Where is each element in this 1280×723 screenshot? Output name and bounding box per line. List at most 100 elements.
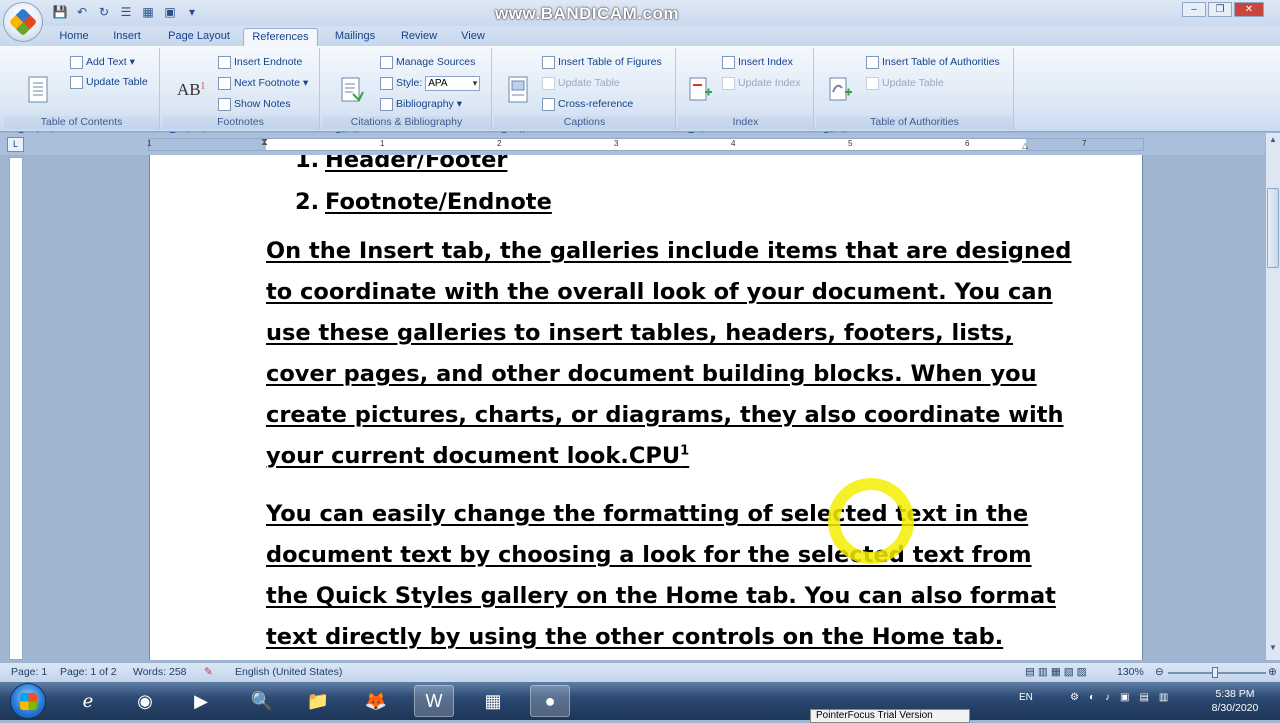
table-icon[interactable]: ▦	[140, 5, 156, 19]
start-button[interactable]	[10, 683, 46, 719]
scroll-down-icon[interactable]: ▼	[1267, 643, 1279, 655]
office-button[interactable]	[3, 2, 43, 42]
redo-icon[interactable]: ↻	[96, 5, 112, 19]
footnote-reference[interactable]: 1	[680, 444, 689, 459]
calculator-icon[interactable]: ▦	[473, 685, 513, 717]
add-text-icon	[70, 55, 83, 69]
show-notes-button[interactable]: Show Notes	[218, 96, 291, 112]
windows-logo-icon	[20, 693, 37, 710]
save-icon[interactable]: 💾	[52, 5, 68, 19]
insert-table-of-authorities-button[interactable]: Insert Table of Authorities	[866, 54, 1000, 70]
chrome-icon[interactable]: ◉	[125, 685, 165, 717]
next-footnote-icon	[218, 76, 231, 90]
scroll-thumb[interactable]	[1267, 188, 1279, 268]
update-figures-table-button[interactable]: Update Table	[542, 75, 620, 91]
group-label-footnotes: Footnotes	[162, 116, 319, 129]
style-icon	[380, 76, 393, 90]
update-table-button[interactable]: Update Table	[70, 74, 148, 90]
tray-icons[interactable]: ⚙◐♪▣▤▥	[1070, 692, 1178, 703]
tray-language[interactable]: EN	[1019, 692, 1033, 703]
firefox-icon[interactable]: 🦊	[356, 685, 396, 717]
pointerfocus-popup: PointerFocus Trial Version	[810, 709, 970, 723]
ribbon: Table of Contents Add Text ▾ Update Tabl…	[0, 46, 1280, 142]
folder-icon[interactable]: 📁	[298, 685, 338, 717]
document-page[interactable]: 1. Header/Footer 2. Footnote/Endnote On th…	[149, 155, 1143, 660]
status-page[interactable]: Page: 1	[11, 666, 47, 678]
bibliography-icon	[380, 97, 393, 111]
update-index-icon	[722, 76, 735, 90]
next-footnote-button[interactable]: Next Footnote ▾	[218, 75, 308, 91]
window-title: www.BANDICAM.com	[495, 4, 679, 23]
zoom-slider-knob[interactable]	[1212, 667, 1218, 678]
mark-citation-icon	[827, 76, 853, 104]
search-icon[interactable]: 🔍	[242, 685, 282, 717]
cross-reference-button[interactable]: Cross-reference	[542, 96, 633, 112]
indent-marker-icon[interactable]: ⧗	[261, 137, 268, 148]
zoom-slider[interactable]	[1168, 667, 1266, 678]
tab-page-layout[interactable]: Page Layout	[160, 28, 238, 46]
tab-references[interactable]: References	[243, 28, 318, 46]
office-logo-icon	[8, 7, 38, 37]
scroll-up-icon[interactable]: ▲	[1267, 135, 1279, 147]
word-icon[interactable]: W	[414, 685, 454, 717]
close-button[interactable]: ✕	[1234, 2, 1264, 17]
restore-button[interactable]: ❐	[1208, 2, 1232, 17]
group-label-index: Index	[678, 116, 813, 129]
view-buttons-icon[interactable]: ▤▥▦▧▨	[1025, 666, 1090, 678]
list-item: 1. Header/Footer	[295, 155, 508, 173]
group-label-captions: Captions	[494, 116, 675, 129]
list-icon[interactable]: ☰	[118, 5, 134, 19]
insert-index-icon	[722, 55, 735, 69]
update-figures-icon	[542, 76, 555, 90]
numbered-list: 1. Header/Footer 2. Footnote/Endnote	[295, 155, 552, 223]
update-authorities-table-button[interactable]: Update Table	[866, 75, 944, 91]
quick-access-toolbar: 💾 ↶ ↻ ☰ ▦ ▣ ▾	[52, 5, 200, 19]
style-selector[interactable]: Style: APA	[380, 75, 481, 91]
clock[interactable]: 5:38 PM 8/30/2020	[1200, 687, 1270, 715]
status-zoom[interactable]: 130%	[1117, 666, 1144, 678]
show-notes-icon	[218, 97, 231, 111]
group-citations: Insert Citation Manage Sources Style:APA…	[322, 48, 492, 142]
ribbon-tabs: Home Insert Page Layout References Maili…	[0, 26, 1280, 46]
minimize-button[interactable]: –	[1182, 2, 1206, 17]
update-index-button[interactable]: Update Index	[722, 75, 800, 91]
zoom-in-icon[interactable]: ⊕	[1268, 666, 1277, 678]
status-page-of[interactable]: Page: 1 of 2	[60, 666, 117, 678]
bandicam-icon[interactable]: ●	[530, 685, 570, 717]
tab-view[interactable]: View	[452, 28, 494, 46]
status-words[interactable]: Words: 258	[133, 666, 187, 678]
tab-review[interactable]: Review	[394, 28, 444, 46]
paragraph-1-last-line: your current document look.CPU1	[266, 443, 690, 469]
bibliography-button[interactable]: Bibliography ▾	[380, 96, 462, 112]
paragraph-2: You can easily change the formatting of …	[266, 501, 1056, 650]
right-indent-marker-icon[interactable]: △	[1022, 141, 1028, 150]
footnote-ab-icon: AB1	[177, 80, 206, 99]
document-icon	[25, 76, 51, 104]
table-of-figures-icon	[542, 55, 555, 69]
mark-entry-icon	[687, 76, 713, 104]
manage-sources-button[interactable]: Manage Sources	[380, 54, 475, 70]
vertical-scrollbar[interactable]: ▲ ▼	[1265, 133, 1280, 660]
group-label-toc: Table of Contents	[4, 116, 159, 129]
tab-mailings[interactable]: Mailings	[326, 28, 384, 46]
ie-icon[interactable]: ℯ	[68, 685, 108, 717]
horizontal-ruler[interactable]: 1 1 2 3 4 5 6 7 ⧗ △	[147, 137, 1144, 151]
add-text-button[interactable]: Add Text ▾	[70, 54, 135, 70]
media-icon[interactable]: ▶	[181, 685, 221, 717]
insert-table-of-figures-button[interactable]: Insert Table of Figures	[542, 54, 662, 70]
tab-selector[interactable]: L	[7, 137, 24, 152]
insert-endnote-button[interactable]: Insert Endnote	[218, 54, 302, 70]
group-index: Mark Entry Insert Index Update Index Ind…	[678, 48, 814, 142]
insert-index-button[interactable]: Insert Index	[722, 54, 793, 70]
tab-insert[interactable]: Insert	[104, 28, 150, 46]
style-dropdown[interactable]: APA	[425, 75, 481, 91]
citation-icon	[339, 76, 365, 104]
left-margin	[149, 139, 266, 150]
status-language[interactable]: English (United States)	[235, 666, 342, 678]
customize-qat-icon[interactable]: ▾	[184, 5, 200, 19]
zoom-out-icon[interactable]: ⊖	[1155, 666, 1164, 678]
proofing-icon[interactable]: ✎	[204, 666, 213, 678]
tab-home[interactable]: Home	[52, 28, 96, 46]
picture-icon[interactable]: ▣	[162, 5, 178, 19]
undo-icon[interactable]: ↶	[74, 5, 90, 19]
